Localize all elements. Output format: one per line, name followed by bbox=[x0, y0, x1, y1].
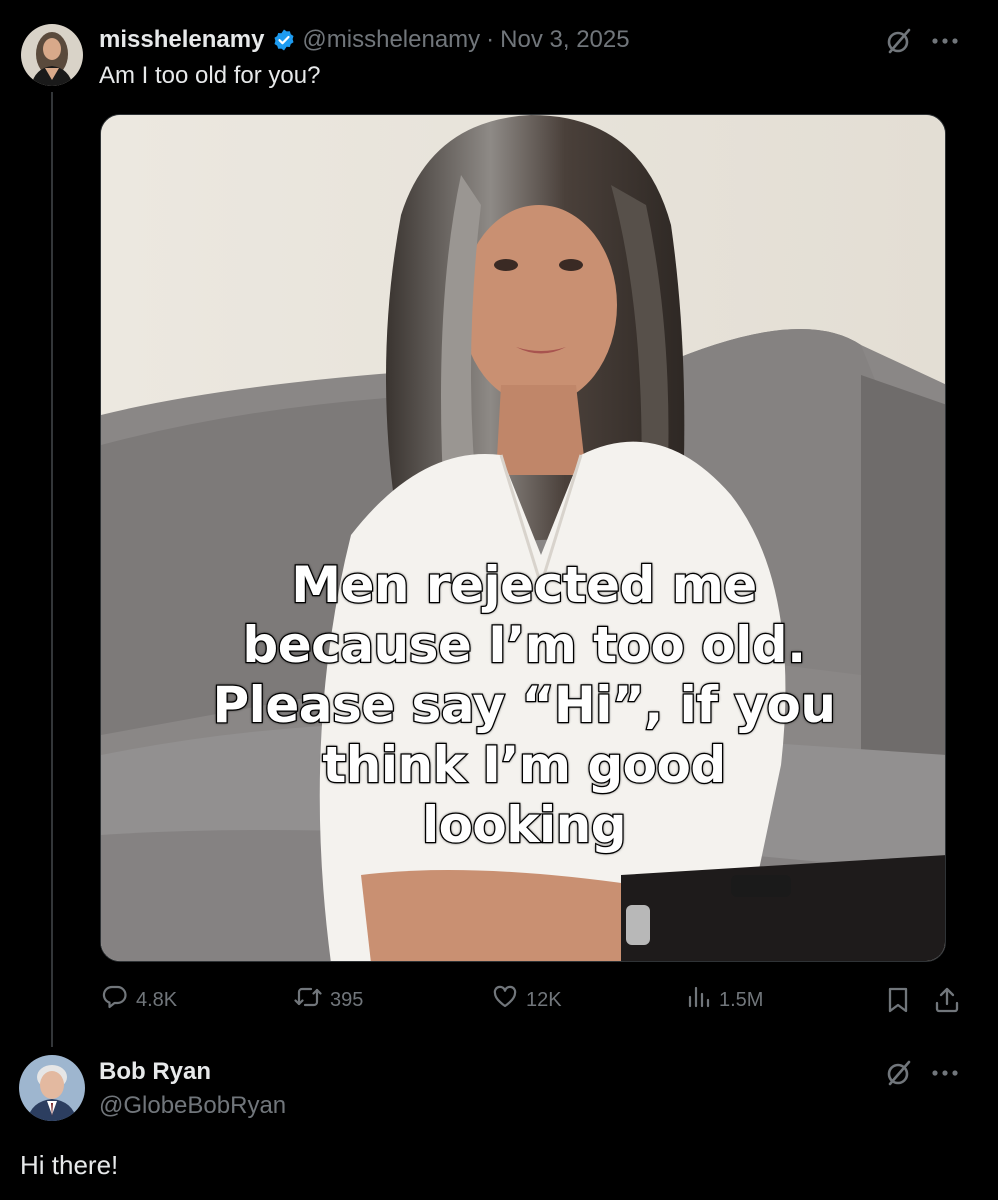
reply-text: Hi there! bbox=[20, 1150, 119, 1180]
reply-button[interactable]: 4.8K bbox=[102, 985, 177, 1015]
tweet-text: Am I too old for you? bbox=[99, 62, 321, 89]
repost-icon bbox=[294, 984, 322, 1016]
like-count: 12K bbox=[526, 988, 562, 1011]
like-icon bbox=[492, 984, 518, 1016]
caption-line: looking bbox=[421, 795, 628, 856]
caption-line: because I’m too old. bbox=[241, 615, 807, 676]
thread-line bbox=[51, 92, 53, 1047]
repost-button[interactable]: 395 bbox=[294, 985, 363, 1015]
share-icon[interactable] bbox=[932, 985, 962, 1015]
reply-icon bbox=[102, 984, 128, 1016]
more-icon[interactable] bbox=[929, 28, 961, 54]
verified-badge-icon bbox=[272, 28, 296, 52]
reply-author-avatar[interactable] bbox=[19, 1055, 85, 1121]
caption-line: Men rejected me bbox=[290, 555, 758, 616]
reply-author-name[interactable]: Bob Ryan bbox=[99, 1058, 211, 1086]
reply-more-icon[interactable] bbox=[929, 1060, 961, 1086]
grok-icon[interactable] bbox=[884, 26, 914, 56]
tweet-media[interactable]: Men rejected me because I’m too old. Ple… bbox=[100, 114, 946, 962]
like-button[interactable]: 12K bbox=[492, 985, 562, 1015]
reply-author-handle[interactable]: @GlobeBobRyan bbox=[99, 1092, 286, 1120]
tweet-date[interactable]: Nov 3, 2025 bbox=[500, 26, 629, 54]
reply-grok-icon[interactable] bbox=[884, 1058, 914, 1088]
header-separator: · bbox=[486, 26, 495, 53]
views-icon bbox=[687, 984, 711, 1016]
author-handle[interactable]: @misshelenamy bbox=[302, 26, 480, 54]
bookmark-icon[interactable] bbox=[884, 985, 912, 1015]
reply-count: 4.8K bbox=[136, 988, 178, 1011]
views-count: 1.5M bbox=[719, 988, 764, 1011]
author-name[interactable]: misshelenamy bbox=[99, 26, 264, 54]
caption-line: think I’m good bbox=[321, 735, 727, 796]
views-button[interactable]: 1.5M bbox=[687, 985, 763, 1015]
repost-count: 395 bbox=[330, 988, 364, 1011]
caption-line: Please say “Hi”, if you bbox=[211, 675, 837, 736]
tweet-header: misshelenamy @misshelenamy · Nov 3, 2025 bbox=[99, 25, 630, 55]
author-avatar[interactable] bbox=[21, 24, 83, 86]
media-caption: Men rejected me because I’m too old. Ple… bbox=[101, 555, 945, 856]
